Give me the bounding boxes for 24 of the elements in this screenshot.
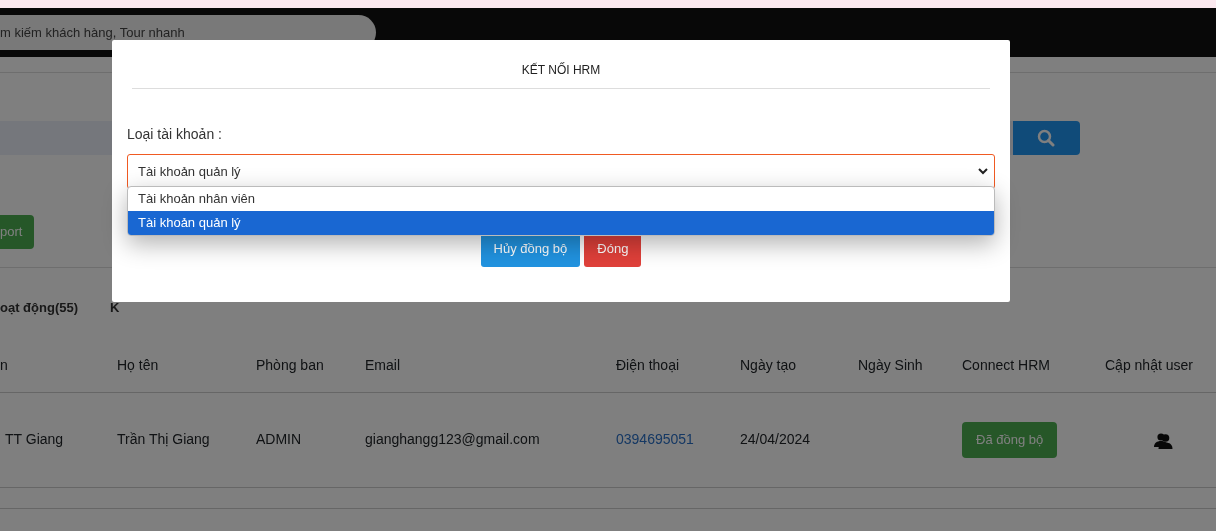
table-cell: 24/04/2024 xyxy=(740,431,811,447)
column-header: Cập nhật user xyxy=(1105,357,1193,374)
table-cell: ADMIN xyxy=(256,431,302,447)
field-label: Loại tài khoản : xyxy=(127,125,222,144)
tab[interactable]: oạt động(55) xyxy=(0,297,78,317)
table-cell: TT Giang xyxy=(5,431,64,447)
dropdown-option[interactable]: Tài khoản quản lý xyxy=(128,211,994,235)
phone-link[interactable]: 0394695051 xyxy=(616,431,694,447)
user-update-icon[interactable] xyxy=(1154,431,1173,449)
table-cell: gianghangg123@gmail.com xyxy=(365,431,540,447)
search-icon xyxy=(1037,129,1056,147)
modal-title: KẾT NỐI HRM xyxy=(520,61,602,79)
column-header: Email xyxy=(365,357,400,374)
column-header: Ngày Sinh xyxy=(858,357,923,374)
column-header: Ngày tạo xyxy=(740,357,797,374)
column-header: Connect HRM xyxy=(962,357,1050,374)
column-header: n xyxy=(0,357,8,374)
dropdown-option[interactable]: Tài khoản nhân viên xyxy=(128,187,994,211)
tab[interactable]: K xyxy=(110,297,120,317)
column-header: Họ tên xyxy=(117,357,159,374)
chevron-down-icon xyxy=(978,168,988,175)
column-header: Điện thoại xyxy=(616,357,680,374)
column-header: Phòng ban xyxy=(256,357,324,374)
table-cell: Trần Thị Giang xyxy=(117,431,210,447)
